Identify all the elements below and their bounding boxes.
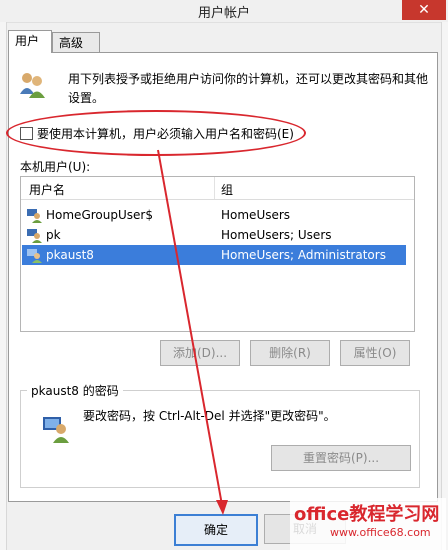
tab-users[interactable]: 用户 [8, 30, 52, 53]
add-button[interactable]: 添加(D)... [160, 340, 240, 366]
watermark: office教程学习网 www.office68.com [290, 498, 446, 550]
window-title: 用户帐户 [197, 6, 250, 21]
password-group-title: pkaust8 的密码 [27, 382, 123, 399]
must-login-option[interactable]: 要使用本计算机，用户必须输入用户名和密码(E) [20, 125, 294, 142]
window-frame-left [0, 22, 7, 550]
watermark-title: office教程学习网 [294, 504, 440, 525]
column-header: 用户名 组 [21, 177, 414, 200]
column-group[interactable]: 组 [221, 181, 233, 198]
remove-button[interactable]: 删除(R) [250, 340, 330, 366]
title-bar: 用户帐户 ✕ [0, 0, 448, 23]
row-group: HomeUsers [221, 208, 291, 222]
properties-button[interactable]: 属性(O) [340, 340, 410, 366]
row-group: HomeUsers; Users [221, 228, 332, 242]
column-username[interactable]: 用户名 [29, 181, 65, 198]
row-group: HomeUsers; Administrators [221, 248, 386, 262]
row-username: pk [46, 228, 61, 242]
password-instructions: 要改密码，按 Ctrl-Alt-Del 并选择"更改密码"。 [83, 409, 336, 423]
must-login-label: 要使用本计算机，用户必须输入用户名和密码(E) [37, 127, 294, 141]
user-list-label: 本机用户(U): [20, 160, 91, 174]
user-icon [27, 229, 42, 243]
ok-button[interactable]: 确定 [174, 514, 258, 546]
row-username: pkaust8 [46, 248, 94, 262]
watermark-url: www.office68.com [330, 526, 431, 539]
tab-advanced[interactable]: 高级 [52, 32, 100, 53]
window-frame-right [441, 22, 448, 550]
intro-text: 用下列表授予或拒绝用户访问你的计算机，还可以更改其密码和其他设置。 [68, 72, 429, 105]
row-username: HomeGroupUser$ [46, 208, 153, 222]
user-icon [27, 249, 42, 263]
close-button[interactable]: ✕ [402, 0, 446, 20]
table-row[interactable]: HomeGroupUser$ HomeUsers [22, 205, 406, 225]
user-icon [27, 209, 42, 223]
users-icon [20, 73, 45, 98]
user-list[interactable]: 用户名 组 HomeGroupUser$ HomeUsers pk HomeUs… [20, 176, 415, 332]
table-row[interactable]: pk HomeUsers; Users [22, 225, 406, 245]
must-login-checkbox[interactable] [20, 127, 33, 140]
reset-password-button[interactable]: 重置密码(P)... [271, 445, 411, 471]
column-divider[interactable] [214, 177, 215, 199]
password-group: pkaust8 的密码 要改密码，按 Ctrl-Alt-Del 并选择"更改密码… [20, 382, 420, 488]
user-password-icon [43, 417, 69, 443]
table-row-selected[interactable]: pkaust8 HomeUsers; Administrators [22, 245, 406, 265]
